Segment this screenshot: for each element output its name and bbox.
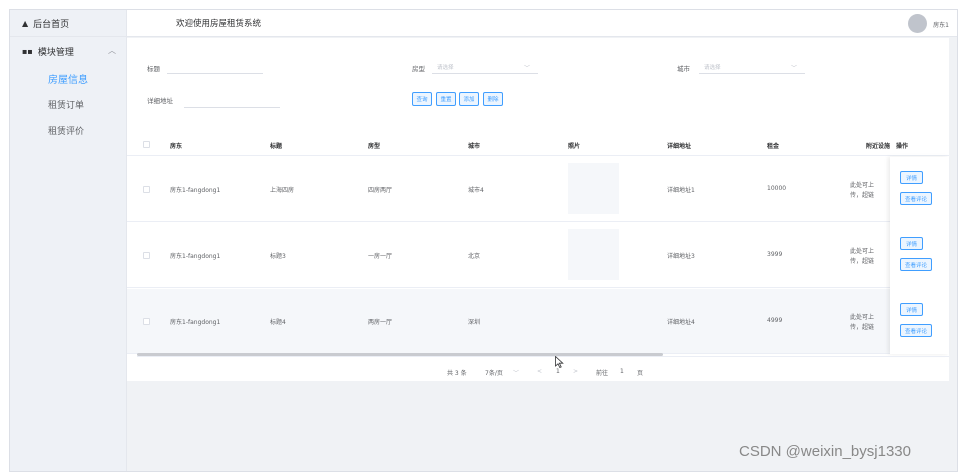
title-filter-input[interactable] [167, 60, 263, 74]
city-filter-placeholder: 请选择 [704, 65, 721, 71]
cell-type: 四房两厅 [368, 187, 393, 194]
column-header: 照片 [568, 143, 581, 150]
column-header: 操作 [896, 143, 909, 150]
cell-landlord: 房东1-fangdong1 [170, 319, 221, 326]
house-photo[interactable] [568, 163, 619, 214]
cell-rent: 4999 [767, 317, 783, 324]
top-header: 欢迎使用房屋租赁系统 房东1 [127, 10, 957, 37]
page-number-current[interactable]: 1 [556, 368, 560, 375]
cell-title: 上海四房 [270, 187, 295, 194]
next-page-button[interactable]: > [573, 368, 578, 375]
row-checkbox[interactable] [143, 186, 150, 193]
city-filter-label: 城市 [677, 65, 690, 73]
chevron-down-icon: ﹀ [790, 65, 797, 72]
cell-nearby: 此处可上传，超链 [850, 248, 875, 265]
grid-icon: ▪▪ [22, 46, 33, 56]
home-icon: ▲ [22, 18, 29, 28]
sidebar-item-rental-orders[interactable]: 租赁订单 [10, 91, 126, 117]
sidebar-home-label: 后台首页 [33, 19, 70, 30]
cell-address: 详细地址3 [667, 253, 695, 260]
cell-city: 深圳 [468, 319, 481, 326]
table-row[interactable]: 房东1-fangdong1 标题3 一房一厅 北京 详细地址3 3999 此处可… [127, 223, 949, 288]
row-checkbox[interactable] [143, 252, 150, 259]
chevron-down-icon: ﹀ [523, 65, 530, 72]
column-header: 标题 [270, 143, 283, 150]
main-content: 标题 房型 请选择 ﹀ 城市 请选择 ﹀ 详细地址 查询 重置 添加 删除 房东… [127, 38, 949, 381]
sidebar-item-house-info[interactable]: 房屋信息 [10, 65, 126, 91]
column-header: 详细地址 [667, 143, 692, 150]
chevron-down-icon: ﹀ [513, 370, 520, 377]
detail-button[interactable]: 详情 [900, 237, 923, 250]
cell-type: 一房一厅 [368, 253, 393, 260]
reset-button[interactable]: 重置 [436, 92, 456, 106]
address-filter-input[interactable] [184, 94, 280, 108]
column-header: 城市 [468, 143, 481, 150]
cell-nearby: 此处可上传，超链 [850, 314, 875, 331]
cell-title: 标题3 [270, 253, 286, 260]
sidebar-item-label: 租赁评价 [48, 126, 85, 137]
type-filter-placeholder: 请选择 [437, 65, 454, 71]
column-header: 租金 [767, 143, 780, 150]
sidebar-home[interactable]: ▲ 后台首页 [10, 10, 126, 37]
house-photo[interactable] [568, 229, 619, 280]
sidebar: ▲ 后台首页 ▪▪ 模块管理 ︿ 房屋信息 租赁订单 租赁评价 [10, 10, 127, 471]
column-header: 房型 [368, 143, 381, 150]
view-reviews-button[interactable]: 查看评论 [900, 258, 932, 271]
query-button[interactable]: 查询 [412, 92, 432, 106]
goto-page-input[interactable]: 1 [620, 368, 624, 375]
cell-city: 北京 [468, 253, 481, 260]
cell-title: 标题4 [270, 319, 286, 326]
username[interactable]: 房东1 [933, 20, 949, 29]
prev-page-button[interactable]: < [537, 368, 542, 375]
view-reviews-button[interactable]: 查看评论 [900, 192, 932, 205]
fixed-actions-column: 详情 查看评论 详情 查看评论 详情 查看评论 [890, 157, 949, 354]
type-filter-select[interactable]: 请选择 ﹀ [432, 60, 538, 74]
watermark: CSDN @weixin_bysj1330 [739, 443, 911, 460]
column-header: 房东 [170, 143, 183, 150]
goto-label: 前往 [596, 370, 609, 377]
pagination-total: 共 3 条 [447, 370, 467, 377]
table-header: 房东 标题 房型 城市 照片 详细地址 租金 附近设施 操作 [127, 133, 949, 156]
city-filter-select[interactable]: 请选择 ﹀ [699, 60, 805, 74]
header-title: 欢迎使用房屋租赁系统 [176, 19, 262, 29]
sidebar-group-label: 模块管理 [37, 47, 74, 58]
title-filter-label: 标题 [147, 65, 160, 73]
cell-rent: 10000 [767, 185, 787, 192]
view-reviews-button[interactable]: 查看评论 [900, 324, 932, 337]
row-checkbox[interactable] [143, 318, 150, 325]
sidebar-item-label: 房屋信息 [48, 74, 88, 86]
sidebar-item-label: 租赁订单 [48, 100, 85, 111]
table-row[interactable]: 房东1-fangdong1 标题4 两房一厅 深圳 详细地址4 4999 此处可… [127, 289, 949, 354]
address-filter-label: 详细地址 [147, 97, 173, 105]
divider [137, 356, 949, 357]
table-row[interactable]: 房东1-fangdong1 上海四房 四房两厅 城市4 详细地址1 10000 … [127, 157, 949, 222]
add-button[interactable]: 添加 [459, 92, 479, 106]
page-suffix: 页 [637, 370, 644, 377]
column-header: 附近设施 [866, 143, 891, 150]
cell-type: 两房一厅 [368, 319, 393, 326]
cell-rent: 3999 [767, 251, 783, 258]
cell-landlord: 房东1-fangdong1 [170, 253, 221, 260]
page-size-select[interactable]: 7条/页 [485, 368, 503, 377]
cell-landlord: 房东1-fangdong1 [170, 187, 221, 194]
avatar[interactable] [908, 14, 927, 33]
page-edge [958, 0, 970, 472]
mouse-cursor-icon [555, 356, 564, 368]
sidebar-item-rental-reviews[interactable]: 租赁评价 [10, 117, 126, 143]
sidebar-group-modules[interactable]: ▪▪ 模块管理 ︿ [10, 37, 126, 65]
cell-nearby: 此处可上传，超链 [850, 182, 875, 199]
detail-button[interactable]: 详情 [900, 303, 923, 316]
cell-address: 详细地址4 [667, 319, 695, 326]
delete-button[interactable]: 删除 [483, 92, 503, 106]
cell-city: 城市4 [468, 187, 484, 194]
detail-button[interactable]: 详情 [900, 171, 923, 184]
cell-address: 详细地址1 [667, 187, 695, 194]
type-filter-label: 房型 [412, 65, 425, 73]
select-all-checkbox[interactable] [143, 141, 150, 148]
chevron-up-icon: ︿ [108, 46, 116, 55]
